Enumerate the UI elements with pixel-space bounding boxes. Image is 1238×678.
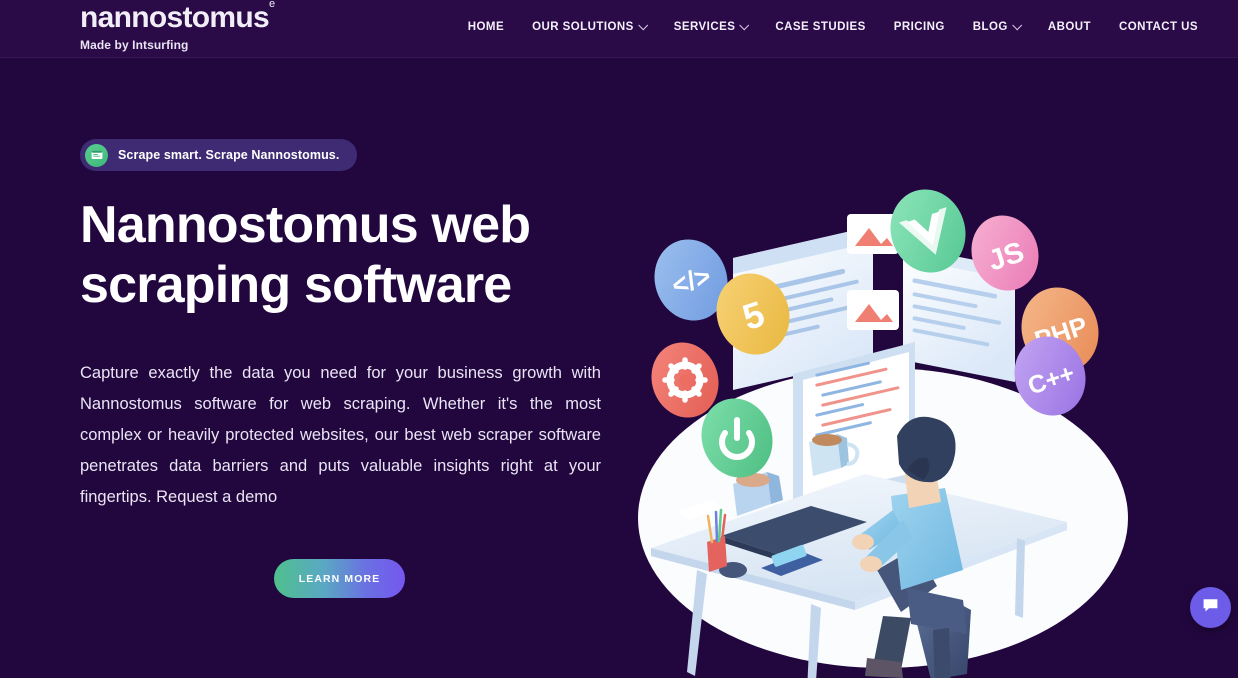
nav-item-label: OUR SOLUTIONS (532, 21, 634, 33)
main-navigation: HOME OUR SOLUTIONS SERVICES CASE STUDIES… (454, 19, 1198, 33)
chevron-down-icon (638, 19, 648, 30)
logo-wordmark-text: nannostomus (80, 1, 270, 34)
nav-item-home[interactable]: HOME (454, 21, 518, 33)
learn-more-button[interactable]: LEARN MORE (274, 559, 405, 598)
site-logo[interactable]: nannostomuse Made by Intsurfing (80, 0, 275, 52)
chat-bubble-icon (1201, 596, 1220, 620)
chat-widget-button[interactable] (1190, 587, 1231, 628)
nav-item-label: ABOUT (1047, 21, 1091, 33)
page-title: Nannostomus web scraping software (80, 196, 531, 314)
logo-wordmark: nannostomuse (80, 0, 275, 33)
nav-item-label: HOME (467, 21, 505, 33)
nav-item-label: CONTACT US (1118, 21, 1198, 33)
nav-item-our-solutions[interactable]: OUR SOLUTIONS (518, 19, 660, 33)
nav-item-label: PRICING (893, 21, 945, 33)
nav-item-pricing[interactable]: PRICING (880, 21, 959, 33)
site-header: nannostomuse Made by Intsurfing HOME OUR… (0, 0, 1238, 58)
nav-item-label: SERVICES (673, 21, 736, 33)
nav-item-blog[interactable]: BLOG (959, 19, 1034, 33)
nav-item-label: CASE STUDIES (775, 21, 866, 33)
nav-item-services[interactable]: SERVICES (660, 19, 762, 33)
hero-section: Scrape smart. Scrape Nannostomus. Nannos… (0, 58, 1238, 678)
logo-superscript: e (268, 0, 276, 10)
hero-badge-label: Scrape smart. Scrape Nannostomus. (118, 148, 340, 162)
logo-tagline: Made by Intsurfing (80, 38, 189, 52)
hero-badge: Scrape smart. Scrape Nannostomus. (80, 139, 358, 171)
nav-item-about[interactable]: ABOUT (1034, 21, 1105, 33)
chevron-down-icon (1012, 19, 1022, 30)
hero-illustration: </> 5 JS PHP C++ (615, 118, 1175, 678)
hero-description: Capture exactly the data you need for yo… (80, 364, 601, 506)
nav-item-case-studies[interactable]: CASE STUDIES (761, 21, 879, 33)
chevron-down-icon (739, 19, 750, 30)
browser-window-icon (85, 143, 108, 167)
nav-item-label: BLOG (972, 21, 1008, 33)
nav-item-contact-us[interactable]: CONTACT US (1105, 21, 1198, 33)
